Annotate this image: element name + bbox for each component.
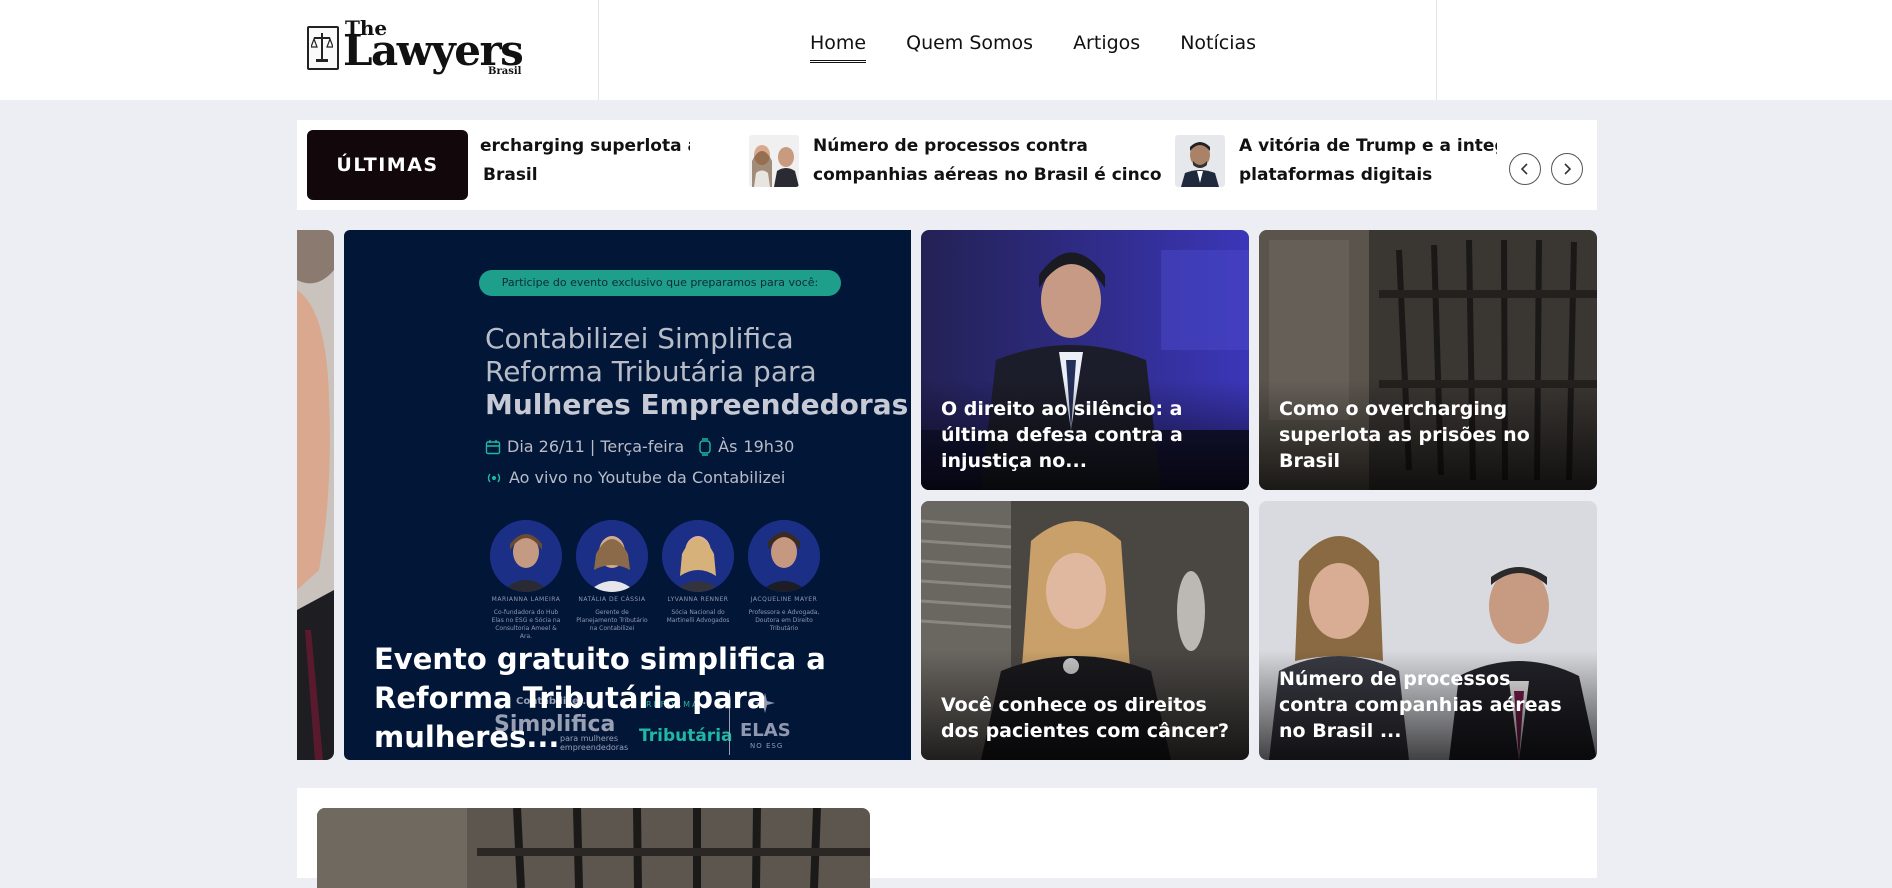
chevron-left-icon — [1520, 163, 1528, 175]
ticker-label: ÚLTIMAS — [307, 130, 468, 200]
speaker-name: JACQUELINE MAYER — [750, 596, 818, 603]
article-card-title: Número de processos contra companhias aé… — [1279, 668, 1562, 742]
nav-artigos[interactable]: Artigos — [1073, 32, 1140, 63]
event-invite-pill: Participe do evento exclusivo que prepar… — [479, 270, 841, 296]
nav-home[interactable]: Home — [810, 32, 867, 63]
article-card[interactable]: Você conhece os direitos dos pacientes c… — [921, 501, 1249, 760]
event-title-line1: Contabilizei Simplifica — [485, 322, 794, 355]
ticker-next-button[interactable] — [1551, 153, 1583, 185]
event-title-dot: . — [908, 388, 911, 421]
nav-quem-somos[interactable]: Quem Somos — [906, 32, 1033, 63]
speaker-role: Sócia Nacional do Martinelli Advogados — [666, 609, 730, 624]
hero-previous-slide[interactable] — [297, 230, 334, 760]
hero-article-title[interactable]: Evento gratuito simplifica a Reforma Tri… — [374, 640, 894, 757]
ticker-item-title-line2: Brasil — [483, 165, 538, 185]
speaker-photo — [576, 520, 648, 592]
ticker-item[interactable]: Número de processos contra companhias aé… — [749, 132, 1163, 190]
event-title-line3: Mulheres Empreendedoras — [485, 388, 909, 421]
ticker-item-title-line1: A vitória de Trump e a integrid — [1239, 136, 1499, 156]
event-time: 19h30 — [743, 437, 795, 456]
ticker-item-thumbnail — [749, 135, 799, 187]
broadcast-icon — [487, 473, 501, 482]
header-divider-left — [598, 0, 599, 100]
main-nav: Home Quem Somos Artigos Notícias — [810, 32, 1256, 63]
speaker-card: JACQUELINE MAYER Professora e Advogada, … — [748, 520, 820, 633]
chevron-right-icon — [1564, 163, 1572, 175]
watch-icon — [699, 437, 711, 456]
site-header: The Lawyers Brasil Home Quem Somos Artig… — [0, 0, 1892, 100]
ticker-item-title-line2: plataformas digitais — [1239, 165, 1433, 185]
site-logo[interactable]: The Lawyers Brasil — [305, 14, 525, 78]
speaker-name: MARIANNA LAMEIRA — [491, 596, 561, 603]
header-divider-right — [1436, 0, 1437, 100]
event-title-line2: Reforma Tributária para — [485, 355, 817, 388]
article-card[interactable]: O direito ao silêncio: a última defesa c… — [921, 230, 1249, 490]
speaker-photo — [490, 520, 562, 592]
speaker-name: NATÁLIA DE CÁSSIA — [578, 596, 646, 603]
article-list-section — [297, 788, 1597, 888]
article-card-title: O direito ao silêncio: a última defesa c… — [941, 398, 1183, 472]
speaker-photo — [662, 520, 734, 592]
speaker-name: LYVANNA RENNER — [667, 596, 729, 603]
event-live-info: Ao vivo no Youtube da Contabilizei — [509, 468, 786, 487]
logo-sub-text: Brasil — [488, 66, 522, 77]
latest-news-ticker: ÚLTIMAS ercharging superlota as Brasil N… — [297, 120, 1597, 210]
article-card-title: Você conhece os direitos dos pacientes c… — [941, 694, 1229, 742]
speaker-card: LYVANNA RENNER Sócia Nacional do Martine… — [662, 520, 734, 625]
article-card[interactable]: Número de processos contra companhias aé… — [1259, 501, 1597, 760]
ticker-item-title-line1: Número de processos contra — [813, 136, 1088, 156]
calendar-icon — [485, 439, 501, 454]
hero-featured-article[interactable]: Participe do evento exclusivo que prepar… — [344, 230, 911, 760]
ticker-controls — [1497, 120, 1597, 210]
ticker-item[interactable]: A vitória de Trump e a integrid platafor… — [1175, 132, 1499, 190]
speaker-photo — [748, 520, 820, 592]
event-time-label: Às — [718, 437, 738, 456]
ticker-item-thumbnail — [1175, 135, 1225, 187]
ticker-item-title-line2: companhias aéreas no Brasil é cinco ... — [813, 165, 1163, 185]
speaker-card: NATÁLIA DE CÁSSIA Gerente de Planejament… — [576, 520, 648, 633]
speaker-card: MARIANNA LAMEIRA Co-fundadora do Hub Ela… — [490, 520, 562, 641]
event-date: Dia 26/11 | Terça-feira — [507, 437, 685, 456]
ticker-item-title-line1: ercharging superlota as — [480, 136, 690, 156]
article-card[interactable]: Como o overcharging superlota as prisões… — [1259, 230, 1597, 490]
article-card-title: Como o overcharging superlota as prisões… — [1279, 398, 1530, 472]
scales-emblem-icon — [307, 26, 339, 70]
nav-noticias[interactable]: Notícias — [1180, 32, 1256, 63]
ticker-prev-button[interactable] — [1509, 153, 1541, 185]
ticker-item[interactable]: ercharging superlota as Brasil — [480, 132, 690, 190]
article-thumbnail[interactable] — [317, 808, 870, 888]
